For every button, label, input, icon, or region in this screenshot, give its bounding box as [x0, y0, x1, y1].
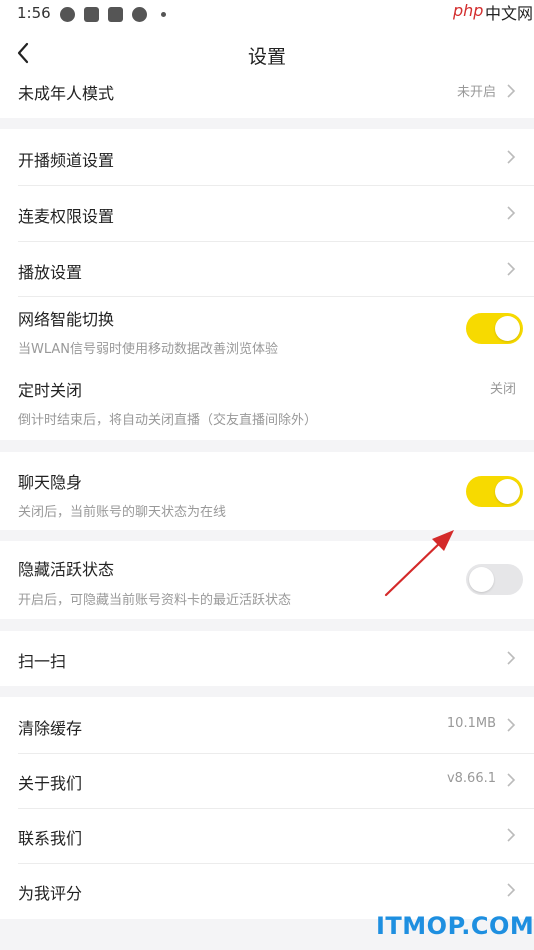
section-chat-invisible: 聊天隐身 关闭后，当前账号的聊天状态为在线 [0, 452, 534, 530]
playback-settings-row[interactable]: 播放设置 [0, 241, 534, 296]
timer-close-description: 倒计时结束后，将自动关闭直播（交友直播间除外） [18, 413, 318, 428]
channel-settings-row[interactable]: 开播频道设置 [0, 129, 534, 185]
section-minor-mode: 未成年人模式 未开启 [0, 78, 534, 118]
chevron-right-icon [507, 718, 516, 732]
minor-mode-row[interactable]: 未成年人模式 未开启 [0, 78, 534, 118]
status-bar: 1:56 php 中文网 [0, 0, 534, 28]
minor-mode-status: 未开启 [456, 85, 496, 100]
section-about: 清除缓存 10.1MB 关于我们 v8.66.1 联系我们 为我评分 [0, 697, 534, 919]
status-time: 1:56 [17, 4, 51, 22]
section-scan: 扫一扫 [0, 631, 534, 686]
notification-icon [108, 7, 123, 22]
scan-label: 扫一扫 [18, 652, 67, 671]
minor-mode-label: 未成年人模式 [18, 84, 115, 103]
network-switch-row: 网络智能切换 当WLAN信号弱时使用移动数据改善浏览体验 [0, 296, 534, 364]
mic-permission-label: 连麦权限设置 [18, 207, 115, 226]
toggle-knob [469, 567, 494, 592]
chat-invisible-description: 关闭后，当前账号的聊天状态为在线 [18, 505, 227, 520]
about-us-label: 关于我们 [18, 774, 83, 793]
clear-cache-label: 清除缓存 [18, 719, 83, 738]
network-switch-description: 当WLAN信号弱时使用移动数据改善浏览体验 [18, 342, 279, 357]
clear-cache-row[interactable]: 清除缓存 10.1MB [0, 697, 534, 753]
hide-activity-description: 开启后，可隐藏当前账号资料卡的最近活跃状态 [18, 593, 292, 608]
toggle-knob [495, 316, 520, 341]
watermark-cn-logo: 中文网 [485, 4, 534, 23]
notification-icon [60, 7, 75, 22]
rate-us-row[interactable]: 为我评分 [0, 863, 534, 919]
chat-invisible-label: 聊天隐身 [18, 473, 83, 492]
scan-row[interactable]: 扫一扫 [0, 631, 534, 686]
watermark-php-logo: php [453, 1, 484, 20]
rate-us-label: 为我评分 [18, 884, 83, 903]
about-us-row[interactable]: 关于我们 v8.66.1 [0, 753, 534, 808]
more-notifications-dot-icon [161, 12, 166, 17]
page-title: 设置 [247, 46, 286, 68]
chevron-right-icon [507, 883, 516, 897]
chat-invisible-row: 聊天隐身 关闭后，当前账号的聊天状态为在线 [0, 452, 534, 530]
notification-icon [132, 7, 147, 22]
chevron-right-icon [507, 150, 516, 164]
hide-activity-label: 隐藏活跃状态 [18, 560, 115, 579]
chevron-right-icon [507, 651, 516, 665]
cache-size-value: 10.1MB [446, 716, 496, 731]
playback-settings-label: 播放设置 [18, 263, 83, 282]
hide-activity-toggle[interactable] [466, 564, 523, 595]
timer-close-row[interactable]: 定时关闭 倒计时结束后，将自动关闭直播（交友直播间除外） 关闭 [0, 364, 534, 440]
toggle-knob [495, 479, 520, 504]
mic-permission-row[interactable]: 连麦权限设置 [0, 185, 534, 241]
notification-icon [84, 7, 99, 22]
timer-close-status: 关闭 [489, 382, 516, 397]
annotation-arrow-icon [384, 530, 454, 597]
chevron-right-icon [507, 206, 516, 220]
chevron-right-icon [507, 773, 516, 787]
nav-bar: 设置 [0, 28, 534, 78]
chat-invisible-toggle[interactable] [466, 476, 523, 507]
network-switch-toggle[interactable] [466, 313, 523, 344]
network-switch-label: 网络智能切换 [18, 310, 115, 329]
chevron-right-icon [507, 828, 516, 842]
app-version-value: v8.66.1 [446, 771, 496, 786]
contact-us-label: 联系我们 [18, 829, 83, 848]
chevron-right-icon [507, 262, 516, 276]
timer-close-label: 定时关闭 [18, 381, 83, 400]
watermark-itmop-logo: ITMOP.COM [376, 912, 534, 940]
chevron-right-icon [507, 84, 516, 98]
section-live-settings: 开播频道设置 连麦权限设置 播放设置 网络智能切换 当WLAN信号弱时使用移动数… [0, 129, 534, 440]
channel-settings-label: 开播频道设置 [18, 151, 115, 170]
contact-us-row[interactable]: 联系我们 [0, 808, 534, 863]
